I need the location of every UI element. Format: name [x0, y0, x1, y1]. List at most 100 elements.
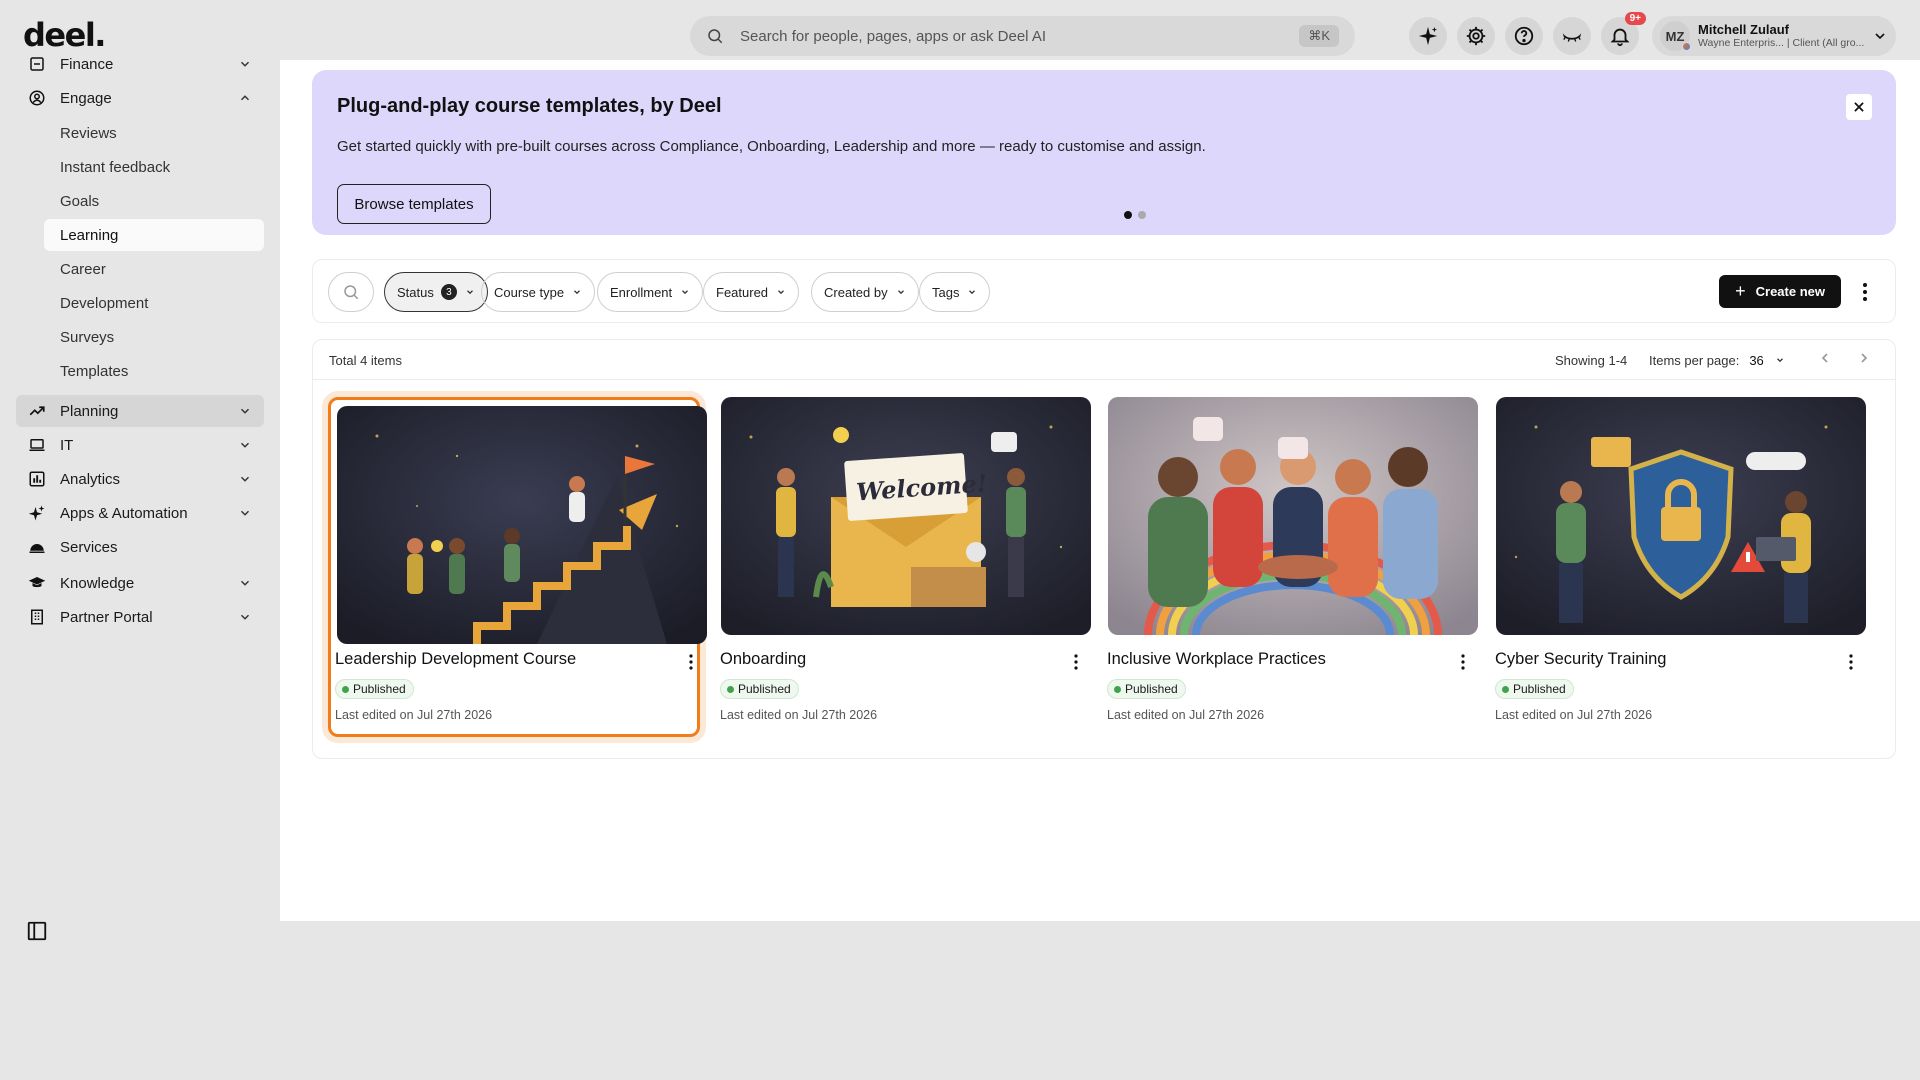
more-options-icon[interactable] — [686, 652, 696, 672]
sidebar-item-engage[interactable]: Engage — [16, 82, 264, 114]
showing-range: Showing 1-4 — [1555, 353, 1628, 368]
sidebar-sub-templates[interactable]: Templates — [44, 355, 264, 387]
sidebar-item-label: Engage — [60, 89, 112, 107]
notifications-button[interactable]: 9+ — [1601, 12, 1646, 55]
sidebar: Finance Engage Reviews Instant feedback … — [0, 50, 280, 1080]
create-new-label: Create new — [1755, 284, 1825, 299]
search-icon — [708, 29, 723, 44]
more-options-icon[interactable] — [1857, 282, 1873, 302]
global-search[interactable]: Search for people, pages, apps or ask De… — [690, 16, 1355, 56]
course-title[interactable]: Cyber Security Training — [1495, 650, 1667, 669]
sidebar-item-label: Analytics — [60, 470, 121, 488]
chevron-down-icon — [466, 290, 473, 295]
sidebar-item-knowledge[interactable]: Knowledge — [16, 567, 264, 599]
sidebar-item-partner-portal[interactable]: Partner Portal — [16, 601, 264, 633]
more-options-icon[interactable] — [1846, 652, 1856, 672]
next-page-button[interactable] — [1856, 350, 1876, 370]
chevron-down-icon — [574, 290, 581, 295]
more-options-icon[interactable] — [1458, 652, 1468, 672]
create-new-button[interactable]: + Create new — [1719, 275, 1841, 308]
chevron-down-icon — [682, 290, 689, 295]
status-badge: Published — [335, 679, 414, 699]
gear-icon — [1466, 26, 1486, 46]
items-per-page-value: 36 — [1749, 353, 1764, 368]
org-dot — [1682, 42, 1691, 51]
chevron-left-icon — [1821, 353, 1828, 363]
course-card[interactable]: Leadership Development Course Published … — [328, 397, 707, 737]
chevron-down-icon — [1777, 358, 1784, 363]
browse-templates-button[interactable]: Browse templates — [337, 184, 491, 224]
last-edited: Last edited on Jul 27th 2026 — [335, 708, 493, 722]
items-per-page[interactable]: Items per page: 36 — [1649, 353, 1785, 368]
sidebar-sub-development[interactable]: Development — [44, 287, 264, 319]
sidebar-item-label: IT — [60, 436, 74, 454]
search-icon — [344, 285, 359, 300]
close-icon — [1854, 102, 1864, 112]
planning-icon — [28, 401, 48, 421]
settings-button[interactable] — [1457, 17, 1495, 55]
ai-sparkle-button[interactable] — [1409, 17, 1447, 55]
course-title[interactable]: Onboarding — [720, 650, 806, 669]
sidebar-sub-reviews[interactable]: Reviews — [44, 117, 264, 149]
banner-close-button[interactable] — [1846, 94, 1872, 120]
privacy-mode-button[interactable] — [1553, 17, 1591, 55]
chevron-down-icon — [240, 61, 250, 67]
sidebar-sub-instant-feedback[interactable]: Instant feedback — [44, 151, 264, 183]
last-edited: Last edited on Jul 27th 2026 — [1495, 708, 1653, 722]
sidebar-item-services[interactable]: Services — [16, 531, 264, 563]
sidebar-item-label: Planning — [60, 402, 119, 420]
course-title[interactable]: Leadership Development Course — [335, 650, 576, 669]
sidebar-sub-surveys[interactable]: Surveys — [44, 321, 264, 353]
status-badge: Published — [720, 679, 799, 699]
sidebar-item-planning[interactable]: Planning — [16, 395, 264, 427]
chevron-down-icon — [240, 614, 250, 620]
sidebar-item-finance[interactable]: Finance — [16, 48, 264, 80]
course-title[interactable]: Inclusive Workplace Practices — [1107, 650, 1326, 669]
prev-page-button[interactable] — [1817, 350, 1837, 370]
sidebar-item-label: Partner Portal — [60, 608, 153, 626]
building-icon — [28, 607, 48, 627]
chevron-down-icon — [240, 476, 250, 482]
banner-title: Plug-and-play course templates, by Deel — [337, 95, 722, 117]
plus-icon: + — [1735, 281, 1746, 301]
sidebar-item-analytics[interactable]: Analytics — [16, 463, 264, 495]
sidebar-sub-career[interactable]: Career — [44, 253, 264, 285]
user-name: Mitchell Zulauf — [1698, 21, 1789, 37]
user-menu[interactable]: MZ Mitchell Zulauf Wayne Enterpris... | … — [1652, 16, 1896, 56]
main-content: Plug-and-play course templates, by Deel … — [280, 60, 1920, 921]
filter-search-button[interactable] — [328, 272, 374, 312]
carousel-dot-2[interactable] — [1138, 211, 1146, 219]
filter-course-type[interactable]: Course type — [481, 272, 596, 312]
sidebar-item-apps-automation[interactable]: Apps & Automation — [16, 497, 264, 529]
carousel-dot-1[interactable] — [1124, 211, 1132, 219]
filter-enrollment[interactable]: Enrollment — [597, 272, 704, 312]
results-header: Total 4 items Showing 1-4 Items per page… — [313, 340, 1895, 380]
course-card[interactable]: Cyber Security Training Published Last e… — [1488, 397, 1866, 737]
filter-label: Tags — [932, 284, 960, 300]
sidebar-sub-learning[interactable]: Learning — [44, 219, 264, 251]
filter-label: Course type — [494, 284, 565, 300]
graduation-cap-icon — [28, 573, 48, 593]
more-options-icon[interactable] — [1071, 652, 1081, 672]
sidebar-sub-goals[interactable]: Goals — [44, 185, 264, 217]
help-button[interactable] — [1505, 17, 1543, 55]
finance-icon — [28, 54, 48, 74]
sidebar-collapse-icon[interactable] — [26, 920, 48, 942]
course-thumbnail — [1496, 397, 1866, 635]
sidebar-item-it[interactable]: IT — [16, 429, 264, 461]
search-placeholder: Search for people, pages, apps or ask De… — [740, 27, 1047, 45]
laptop-icon — [28, 435, 48, 455]
filter-status[interactable]: Status 3 — [384, 272, 488, 312]
filter-tags[interactable]: Tags — [919, 272, 991, 312]
notifications-badge: 9+ — [1624, 12, 1646, 25]
chevron-down-icon — [240, 408, 250, 414]
filter-created-by[interactable]: Created by — [811, 272, 919, 312]
filter-featured[interactable]: Featured — [703, 272, 800, 312]
sidebar-item-label: Knowledge — [60, 574, 135, 592]
filter-label: Featured — [716, 284, 769, 300]
chevron-right-icon — [1861, 353, 1868, 363]
filter-bar: Status 3 Course type Enrollment Featured… — [312, 259, 1896, 323]
course-card[interactable]: Welcome! Onboarding Published Last edite… — [713, 397, 1091, 737]
course-card[interactable]: Inclusive Workplace Practices Published … — [1100, 397, 1478, 737]
items-per-page-label: Items per page: — [1649, 353, 1740, 368]
